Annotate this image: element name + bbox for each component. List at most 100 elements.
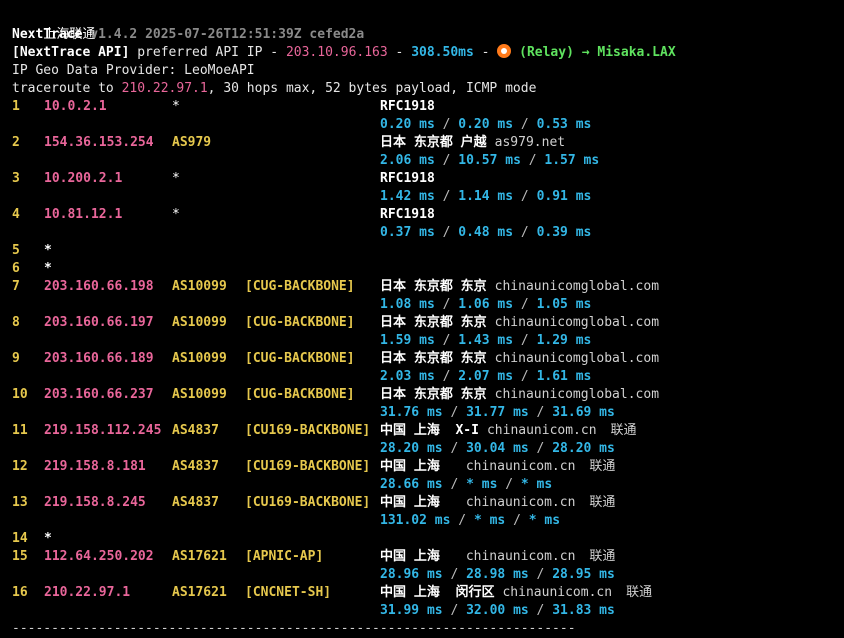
hop-asn: AS10099 — [172, 351, 227, 366]
hop-row: 15 112.64.250.202 AS17621 [APNIC-AP] 中国 上海 ch… — [12, 548, 844, 566]
hop-geo-group: 中国 上海 X-I chinaunicom.cn 联通 — [380, 422, 637, 440]
hop-number: 6 — [12, 261, 20, 276]
rtt-value: 0.39 ms — [536, 225, 592, 240]
hop-number: 15 — [12, 549, 28, 564]
rtt-separator: / — [434, 225, 459, 240]
api-dash: - — [395, 45, 404, 60]
hop-hostname: chinaunicom.cn — [465, 549, 576, 564]
rtt-value: 30.04 ms — [466, 441, 529, 456]
hop-row: 7 203.160.66.198 AS10099 [CUG-BACKBONE] 日本 东… — [12, 278, 844, 296]
hop-ip: 112.64.250.202 — [44, 549, 154, 564]
rtt-separator: / — [442, 567, 467, 582]
rtt-separator: / — [505, 513, 529, 528]
rtt-value: 0.53 ms — [536, 117, 592, 132]
rtt-value: 1.05 ms — [536, 297, 592, 312]
hop-hostname: chinaunicom.cn — [486, 423, 597, 438]
hop-rtt-row: 2.06 ms / 10.57 ms / 1.57 ms — [12, 152, 844, 170]
hop-ip: 10.200.2.1 — [44, 171, 123, 186]
rtt-value: 2.03 ms — [380, 369, 435, 384]
rtt-value: 28.98 ms — [466, 567, 529, 582]
hop-rtt: 0.20 ms / 0.20 ms / 0.53 ms — [380, 116, 591, 134]
hop-rtt: 1.42 ms / 1.14 ms / 0.91 ms — [380, 188, 591, 206]
api-text: preferred API IP - — [137, 45, 279, 60]
hop-number: 2 — [12, 135, 20, 150]
hop-row: 14 * — [12, 530, 844, 548]
hop-row: 4 10.81.12.1 * RFC1918 — [12, 206, 844, 224]
hop-geo: 中国 上海 — [380, 549, 440, 564]
hop-geo-group: 中国 上海 chinaunicom.cn 联通 — [380, 548, 615, 566]
hop-tag: [CU169-BACKBONE] — [245, 495, 371, 510]
rtt-value: 28.20 ms — [552, 441, 615, 456]
hop-rtt: 28.96 ms / 28.98 ms / 28.95 ms — [380, 566, 615, 584]
hop-asn: * — [172, 207, 180, 222]
rtt-value: 1.14 ms — [458, 189, 514, 204]
hop-rtt-row: 28.20 ms / 30.04 ms / 28.20 ms — [12, 440, 844, 458]
hop-rtt-row: 1.42 ms / 1.14 ms / 0.91 ms — [12, 188, 844, 206]
rtt-separator: / — [450, 513, 474, 528]
hop-row: 8 203.160.66.197 AS10099 [CUG-BACKBONE] 日本 东… — [12, 314, 844, 332]
traceroute-line: traceroute to 210.22.97.1, 30 hops max, … — [12, 80, 844, 98]
hop-number: 3 — [12, 171, 20, 186]
rtt-separator: / — [513, 117, 537, 132]
hop-row: 1 10.0.2.1 * RFC1918 — [12, 98, 844, 116]
hop-ip: 219.158.8.181 — [44, 459, 146, 474]
rtt-separator: / — [434, 117, 459, 132]
hop-number: 1 — [12, 99, 20, 114]
hop-geo: 日本 东京都 东京 — [380, 387, 487, 402]
geo-provider: IP Geo Data Provider: LeoMoeAPI — [12, 63, 255, 78]
rtt-value: 31.76 ms — [380, 405, 443, 420]
hop-isp: 联通 — [626, 585, 653, 600]
hop-ip: 154.36.153.254 — [44, 135, 154, 150]
hop-isp: 联通 — [610, 423, 637, 438]
rtt-separator: / — [442, 603, 467, 618]
rtt-value: 1.42 ms — [380, 189, 435, 204]
api-label: [NextTrace API] — [12, 45, 130, 60]
hop-geo-group: RFC1918 — [380, 98, 435, 116]
hop-ip: 203.160.66.189 — [44, 351, 154, 366]
hop-geo-group: 日本 东京都 东京 chinaunicomglobal.com — [380, 314, 659, 332]
rtt-value: 1.59 ms — [380, 333, 435, 348]
rtt-value: 28.96 ms — [380, 567, 443, 582]
rtt-value: 32.00 ms — [466, 603, 529, 618]
hop-number: 5 — [12, 243, 20, 258]
hop-rtt: 28.20 ms / 30.04 ms / 28.20 ms — [380, 440, 615, 458]
hop-geo-group: RFC1918 — [380, 170, 435, 188]
traceroute-target: 210.22.97.1 — [121, 81, 208, 96]
rtt-separator: / — [434, 153, 459, 168]
hop-tag: [CUG-BACKBONE] — [245, 387, 355, 402]
rtt-separator: / — [528, 603, 553, 618]
hop-geo-group: 日本 东京都 东京 chinaunicomglobal.com — [380, 350, 659, 368]
api-dash-2: - — [481, 45, 490, 60]
rtt-separator: / — [434, 369, 459, 384]
hop-isp: 联通 — [589, 495, 616, 510]
rtt-value: * ms — [520, 477, 553, 492]
app-name: NextTrace — [12, 27, 83, 42]
hop-asn: AS979 — [172, 135, 212, 150]
rtt-value: 28.95 ms — [552, 567, 615, 582]
hop-geo: 日本 东京都 户越 — [380, 135, 487, 150]
hop-asn: AS17621 — [172, 585, 227, 600]
hop-number: 16 — [12, 585, 28, 600]
hop-ip: 219.158.112.245 — [44, 423, 162, 438]
hop-isp: 联通 — [589, 459, 616, 474]
hop-rtt: 1.59 ms / 1.43 ms / 1.29 ms — [380, 332, 591, 350]
hop-row: 11 219.158.112.245 AS4837 [CU169-BACKBONE] 中… — [12, 422, 844, 440]
hop-number: 10 — [12, 387, 28, 402]
hop-tag: [CU169-BACKBONE] — [245, 459, 371, 474]
hop-hostname: chinaunicom.cn — [465, 459, 576, 474]
hop-geo: 日本 东京都 东京 — [380, 351, 487, 366]
rtt-value: 1.29 ms — [536, 333, 592, 348]
rtt-value: 0.37 ms — [380, 225, 435, 240]
hop-row: 13 219.158.8.245 AS4837 [CU169-BACKBONE] 中国 … — [12, 494, 844, 512]
hop-number: 9 — [12, 351, 20, 366]
hop-ip: 10.0.2.1 — [44, 99, 107, 114]
hop-asn: AS10099 — [172, 387, 227, 402]
hop-geo-group: 中国 上海 chinaunicom.cn 联通 — [380, 494, 615, 512]
rtt-value: 31.77 ms — [466, 405, 529, 420]
hop-asn: * — [172, 99, 180, 114]
rtt-value: 1.08 ms — [380, 297, 435, 312]
hop-geo-group: 日本 东京都 东京 chinaunicomglobal.com — [380, 278, 659, 296]
hop-ip: 219.158.8.245 — [44, 495, 146, 510]
api-latency: 308.50ms — [411, 45, 474, 60]
hop-rtt: 0.37 ms / 0.48 ms / 0.39 ms — [380, 224, 591, 242]
